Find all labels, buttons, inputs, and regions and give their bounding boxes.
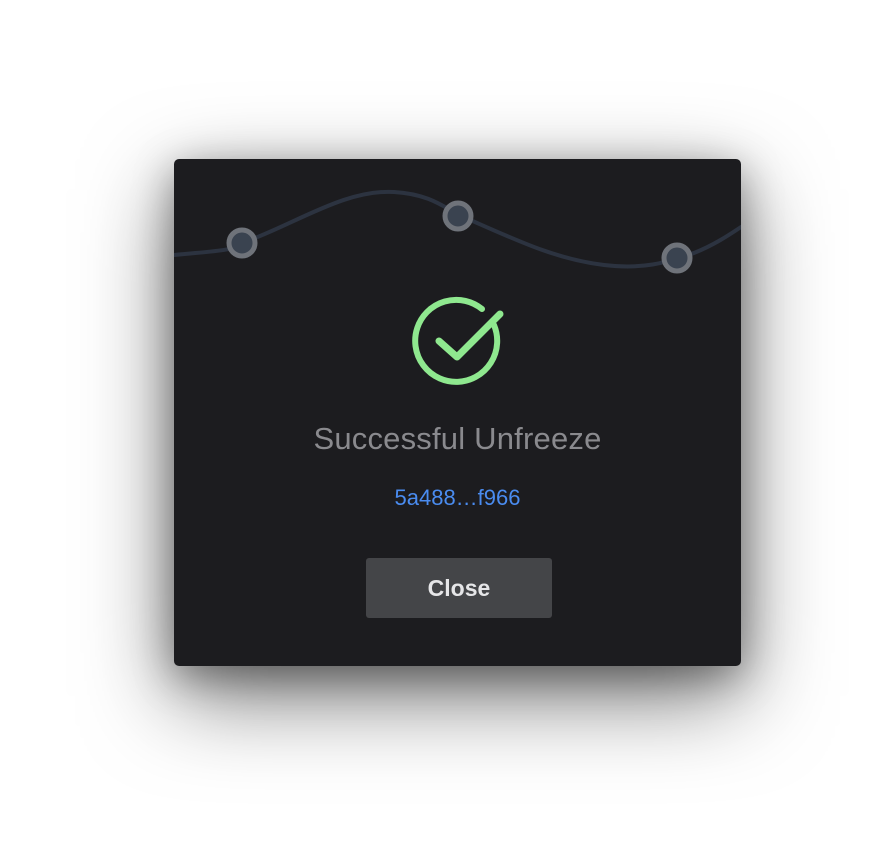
dialog-title: Successful Unfreeze [313,421,602,456]
wave-node-right [661,242,693,274]
wave-node-left [226,227,258,259]
success-dialog: Successful Unfreeze 5a488…f966 Close [174,159,741,666]
check-circle-icon [412,296,504,385]
close-button[interactable]: Close [366,558,552,618]
screen-backdrop: Successful Unfreeze 5a488…f966 Close [0,0,879,861]
wave-nodes-graphic [174,189,741,274]
transaction-link[interactable]: 5a488…f966 [174,485,741,511]
wave-node-middle [442,200,474,232]
